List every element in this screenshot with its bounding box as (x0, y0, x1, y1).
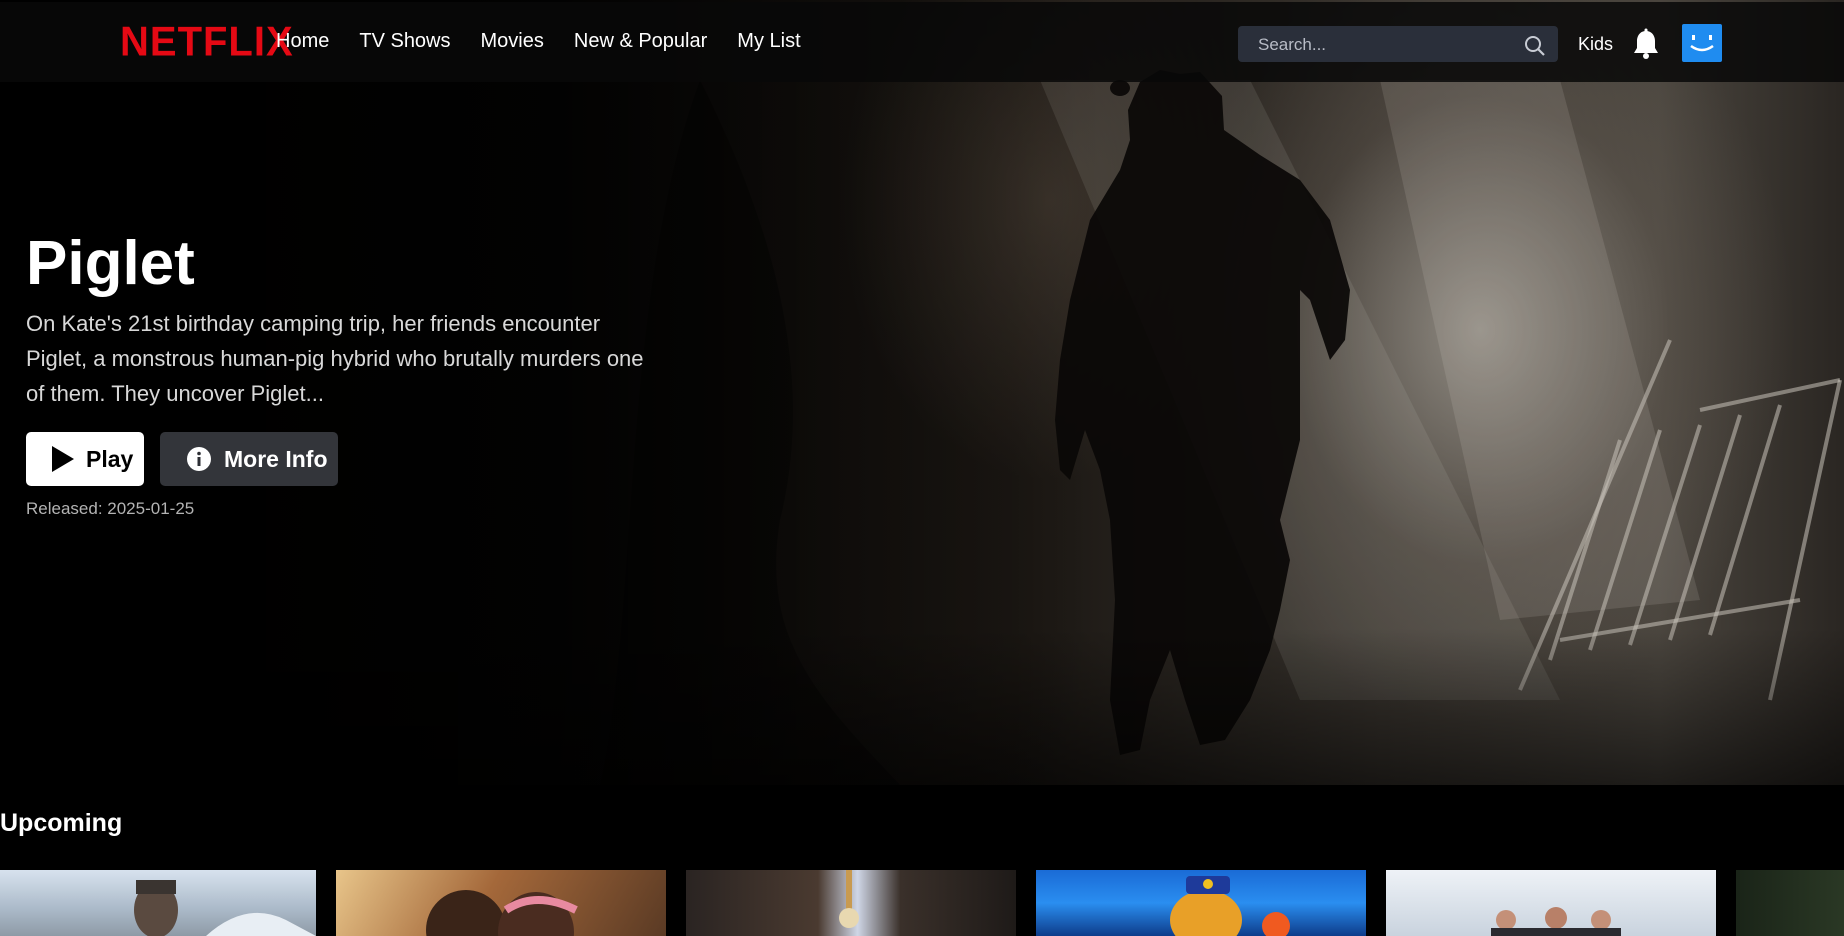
play-button-label: Play (86, 445, 134, 472)
top-navbar: NETFLIX Home TV Shows Movies New & Popul… (0, 2, 1844, 82)
nav-movies[interactable]: Movies (481, 30, 544, 53)
search-box (1238, 26, 1558, 64)
netflix-logo[interactable]: NETFLIX (120, 19, 294, 66)
row-title-upcoming: Upcoming (0, 809, 123, 837)
play-button[interactable]: Play (26, 432, 144, 486)
bell-icon[interactable] (1631, 28, 1661, 65)
upcoming-row (0, 870, 1844, 936)
title-card[interactable] (686, 870, 1016, 936)
nav-my-list[interactable]: My List (737, 30, 800, 53)
main-nav: Home TV Shows Movies New & Popular My Li… (276, 30, 801, 53)
play-icon (52, 446, 74, 472)
smiley-avatar-icon (1690, 35, 1714, 52)
title-card[interactable] (1386, 870, 1716, 936)
search-input[interactable] (1238, 26, 1530, 64)
more-info-button-label: More Info (224, 445, 328, 472)
nav-new-popular[interactable]: New & Popular (574, 30, 707, 53)
nav-home[interactable]: Home (276, 30, 329, 53)
more-info-button[interactable]: More Info (160, 432, 338, 486)
release-date: Released: 2025-01-25 (26, 499, 195, 518)
title-card[interactable] (0, 870, 316, 936)
search-icon[interactable] (1524, 35, 1546, 62)
nav-tv-shows[interactable]: TV Shows (359, 30, 450, 53)
kids-link[interactable]: Kids (1578, 34, 1613, 55)
hero-title: Piglet (26, 229, 195, 298)
title-card[interactable] (336, 870, 666, 936)
title-card[interactable] (1036, 870, 1366, 936)
hero-description: On Kate's 21st birthday camping trip, he… (26, 311, 644, 406)
title-card[interactable] (1736, 870, 1844, 936)
profile-avatar[interactable] (1682, 24, 1722, 62)
info-icon (186, 446, 212, 472)
